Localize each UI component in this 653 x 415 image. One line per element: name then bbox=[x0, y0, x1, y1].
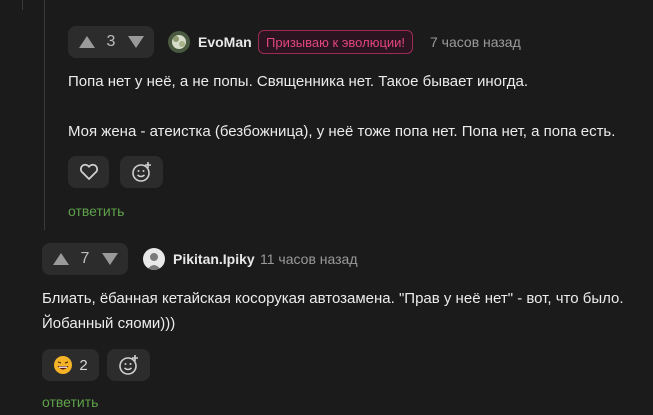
upvote-button[interactable] bbox=[76, 30, 97, 54]
reply-link[interactable]: ответить bbox=[42, 394, 98, 410]
reply-link[interactable]: ответить bbox=[68, 203, 124, 219]
add-reaction-button[interactable] bbox=[107, 349, 150, 381]
downvote-button[interactable] bbox=[125, 30, 146, 54]
avatar[interactable] bbox=[143, 248, 165, 270]
comment-text-line: Йобанный сяоми))) bbox=[42, 315, 176, 332]
timestamp[interactable]: 11 часов назад bbox=[260, 251, 358, 267]
thread-line-nested bbox=[44, 0, 45, 230]
author-name[interactable]: EvoMan bbox=[198, 34, 252, 50]
heart-icon bbox=[79, 163, 98, 180]
arrow-down-icon bbox=[101, 253, 118, 265]
downvote-button[interactable] bbox=[99, 247, 120, 271]
avatar[interactable] bbox=[168, 31, 190, 53]
arrow-down-icon bbox=[127, 36, 144, 48]
vote-count: 7 bbox=[80, 250, 90, 267]
vote-count: 3 bbox=[106, 33, 116, 50]
comment-text-line: Блиать, ёбанная кетайская косорукая авто… bbox=[42, 290, 624, 307]
upvote-button[interactable] bbox=[50, 247, 71, 271]
user-badge[interactable]: Призываю к эволюции! bbox=[258, 30, 414, 54]
add-reaction-icon bbox=[131, 162, 151, 182]
vote-widget: 7 bbox=[42, 243, 128, 275]
add-reaction-icon bbox=[118, 355, 138, 375]
reaction-count: 2 bbox=[79, 356, 88, 374]
avatar-image-icon bbox=[168, 31, 190, 53]
arrow-up-icon bbox=[52, 253, 69, 265]
like-button[interactable] bbox=[68, 156, 109, 188]
reaction-laughing-button[interactable]: 2 bbox=[42, 349, 99, 381]
laughing-emoji-icon bbox=[54, 356, 73, 374]
comment-text-line: Попа нет у неё, а не попы. Священника не… bbox=[68, 73, 529, 90]
author-name[interactable]: Pikitan.Ipiky bbox=[173, 251, 255, 267]
comment-text-line: Моя жена - атеистка (безбожница), у неё … bbox=[68, 123, 616, 140]
timestamp[interactable]: 7 часов назад bbox=[430, 34, 521, 50]
add-reaction-button[interactable] bbox=[120, 156, 163, 188]
arrow-up-icon bbox=[78, 36, 95, 48]
thread-line-outer bbox=[22, 0, 23, 10]
avatar-image-icon bbox=[143, 248, 165, 270]
vote-widget: 3 bbox=[68, 26, 154, 58]
